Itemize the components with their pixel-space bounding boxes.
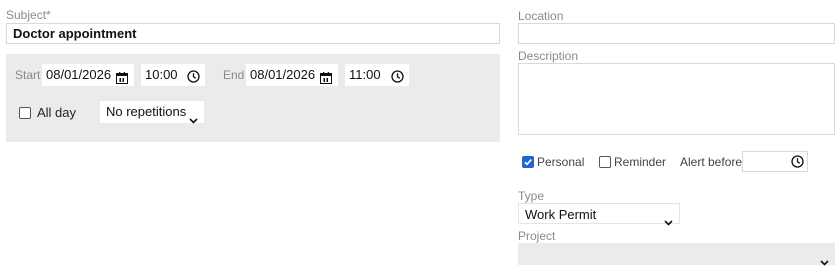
end-date-input[interactable]: 08/01/2026 (246, 64, 338, 86)
calendar-icon[interactable] (320, 69, 332, 91)
chevron-down-icon (189, 109, 198, 131)
clock-icon[interactable] (791, 155, 804, 173)
description-textarea[interactable] (518, 63, 835, 135)
start-date-input[interactable]: 08/01/2026 (42, 64, 134, 86)
end-label: End (223, 68, 245, 82)
start-date-value: 08/01/2026 (46, 67, 112, 82)
personal-label: Personal (537, 155, 585, 169)
location-input[interactable] (518, 23, 835, 44)
end-time-value: 11:00 (349, 67, 381, 82)
clock-icon[interactable] (391, 68, 404, 90)
chevron-down-icon (664, 211, 673, 232)
end-date-value: 08/01/2026 (250, 67, 316, 82)
start-time-input[interactable]: 10:00 (141, 64, 205, 86)
subject-input[interactable]: Doctor appointment (6, 23, 500, 44)
repetitions-select[interactable]: No repetitions (100, 101, 204, 124)
project-label: Project (518, 229, 556, 243)
all-day-label: All day (37, 105, 77, 120)
location-label: Location (518, 9, 564, 23)
reminder-label: Reminder (614, 155, 667, 169)
chevron-down-icon (820, 251, 829, 273)
start-label: Start (15, 68, 41, 82)
all-day-checkbox[interactable] (19, 107, 31, 119)
repetitions-value: No repetitions (106, 104, 187, 119)
subject-label: Subject* (6, 8, 51, 22)
clock-icon[interactable] (187, 68, 200, 90)
personal-checkbox[interactable] (522, 156, 534, 168)
alert-before-input[interactable] (742, 151, 808, 172)
type-select[interactable]: Work Permit (518, 203, 680, 226)
description-label: Description (518, 49, 579, 63)
type-label: Type (518, 189, 545, 203)
alert-before-label: Alert before (680, 155, 743, 169)
end-time-input[interactable]: 11:00 (345, 64, 409, 86)
type-value: Work Permit (525, 207, 597, 222)
calendar-icon[interactable] (116, 69, 128, 91)
reminder-checkbox[interactable] (599, 156, 611, 168)
check-icon (524, 159, 532, 166)
project-select[interactable] (518, 243, 835, 266)
start-time-value: 10:00 (145, 67, 178, 82)
